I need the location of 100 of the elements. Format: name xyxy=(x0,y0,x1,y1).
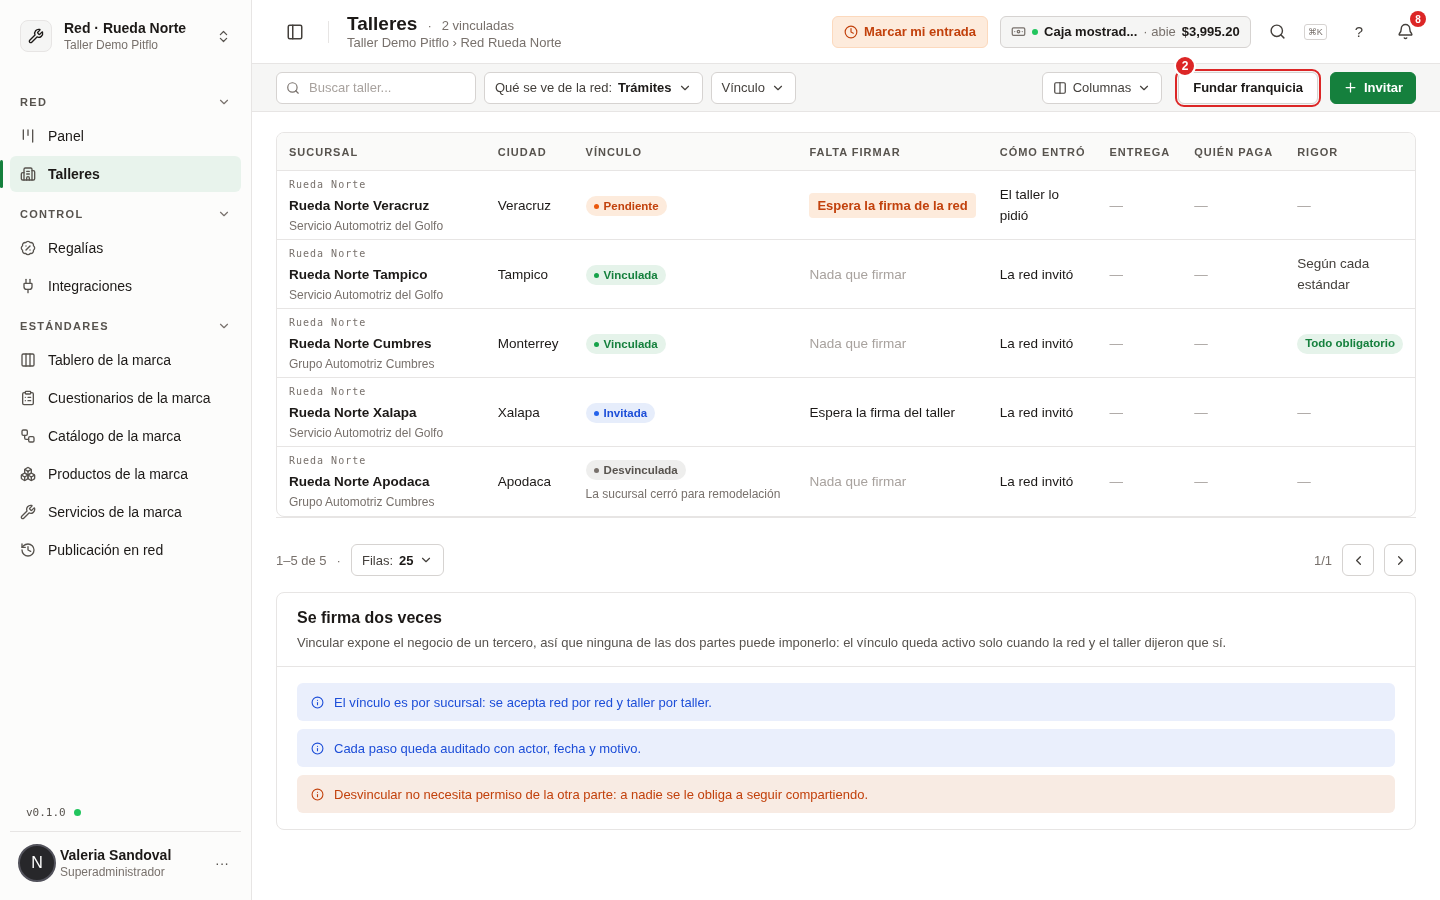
separator-dot: · xyxy=(336,552,341,568)
city-text: Tampico xyxy=(497,266,549,282)
kanban-icon xyxy=(20,128,36,144)
workflow-icon xyxy=(20,428,36,444)
rigor-text: Según cada estándar xyxy=(1297,256,1370,292)
wrench-icon xyxy=(20,504,36,520)
link-status-badge: Vinculada xyxy=(585,265,666,286)
notice-text: Cada paso queda auditado con actor, fecha y motivo. xyxy=(334,740,642,756)
search-icon xyxy=(286,80,300,95)
rigor-text: — xyxy=(1297,474,1311,489)
organization-subtitle: Taller Demo Pitflo xyxy=(64,38,160,52)
card-title: Se firma dos veces xyxy=(297,609,443,627)
delivery-text: — xyxy=(1109,197,1123,213)
more-button[interactable]: ··· xyxy=(211,851,233,875)
branch-name: Rueda Norte Xalapa xyxy=(289,403,418,422)
network-label: Rueda Norte xyxy=(289,246,368,261)
network-label: Rueda Norte xyxy=(289,315,368,330)
branch-name: Rueda Norte Apodaca xyxy=(289,473,431,491)
payer-text: — xyxy=(1194,404,1208,420)
range-text: 1–5 de 5 xyxy=(276,552,327,568)
found-franchise-button[interactable]: Fundar franquicia xyxy=(1178,71,1318,104)
branch-group: Servicio Automotriz del Golfo xyxy=(289,284,474,306)
signature-text: Nada que firmar xyxy=(809,266,907,282)
page-title: Talleres xyxy=(347,13,418,35)
network-label: Rueda Norte xyxy=(289,454,368,468)
entry-text: La red invitó xyxy=(999,474,1074,489)
column-header: ENTREGA xyxy=(1097,133,1183,171)
organization-name: Red · Rueda Norte xyxy=(64,20,188,36)
clock-in-button[interactable]: Marcar mi entrada xyxy=(832,15,989,48)
sidebar-item[interactable]: Tablero de la marca xyxy=(10,342,241,378)
column-header: QUIÉN PAGA xyxy=(1182,133,1286,171)
branch-group: Servicio Automotriz del Golfo xyxy=(289,215,474,237)
section-title: ESTÁNDARES xyxy=(20,320,109,332)
rigor-text: — xyxy=(1297,197,1311,213)
sidebar-item[interactable]: Cuestionarios de la marca xyxy=(10,380,241,416)
signature-text: Espera la firma del taller xyxy=(809,404,955,420)
delivery-text: — xyxy=(1109,474,1123,489)
signature-badge: Espera la firma de la red xyxy=(809,192,976,218)
notice-text: Desvincular no necesita permiso de la otra parte: a nadie se le obliga a seguir compartiendo. xyxy=(334,786,869,802)
version-label: v0.1.0 xyxy=(26,806,66,819)
branch-name: Rueda Norte Tampico xyxy=(289,265,429,284)
status-dot xyxy=(73,809,81,816)
columns-icon xyxy=(20,352,36,368)
sidebar-item[interactable]: Regalías xyxy=(10,230,241,266)
payer-text: — xyxy=(1194,266,1208,282)
bell-icon xyxy=(1397,23,1414,40)
link-filter-dropdown[interactable]: Vínculo xyxy=(710,71,796,104)
search-field[interactable]: Buscar taller... xyxy=(276,71,476,104)
payer-text: — xyxy=(1194,474,1208,489)
link-status-badge: Desvinculada xyxy=(585,460,686,481)
plus-icon xyxy=(1343,80,1358,95)
entry-text: La red invitó xyxy=(999,335,1074,351)
card-description: Vincular expone el negocio de un tercero, así que ninguna de las dos partes puede imponerlo: el vínculo queda activo solo cuando la red y el taller dijeron que sí. xyxy=(297,635,1228,650)
rigor-text: — xyxy=(1297,404,1311,420)
percent-badge-icon xyxy=(20,240,36,256)
plug-icon xyxy=(20,278,36,294)
rows-per-page-dropdown[interactable]: Filas: 25 xyxy=(350,544,445,576)
clipboard-icon xyxy=(20,390,36,406)
breadcrumb: Taller Demo Pitflo › Red Rueda Norte xyxy=(347,35,563,50)
city-text: Apodaca xyxy=(497,474,552,489)
payer-text: — xyxy=(1194,335,1208,351)
city-text: Xalapa xyxy=(497,404,540,420)
column-header: VÍNCULO xyxy=(573,133,798,171)
annotation-badge: 2 xyxy=(1174,54,1197,77)
invite-button[interactable]: Invitar xyxy=(1330,71,1416,104)
network-label: Rueda Norte xyxy=(289,384,368,399)
sidebar-item[interactable]: Publicación en red xyxy=(10,532,241,568)
column-header: SUCURSAL xyxy=(277,133,486,171)
notification-count: 8 xyxy=(1410,11,1426,27)
wrench-icon xyxy=(20,20,52,52)
column-header: FALTA FIRMAR xyxy=(797,133,988,171)
separator-dot: · xyxy=(427,18,432,33)
help-button[interactable]: ? xyxy=(1348,17,1369,46)
organization-switcher[interactable]: Red · Rueda Norte Taller Demo Pitflo xyxy=(10,16,241,56)
columns-dropdown[interactable]: Columnas xyxy=(1041,71,1163,104)
sidebar-item[interactable]: Productos de la marca xyxy=(10,456,241,492)
banknote-icon xyxy=(1011,24,1027,39)
link-status-badge: Pendiente xyxy=(585,196,667,217)
entry-text: El taller lo pidió xyxy=(999,187,1059,223)
entry-text: La red invitó xyxy=(999,266,1074,282)
cash-register-button[interactable]: Caja mostrad... · abie $3,995.20 xyxy=(1000,15,1251,48)
panel-icon xyxy=(286,22,304,41)
column-header: CÓMO ENTRÓ xyxy=(987,133,1098,171)
view-dropdown[interactable]: Qué se ve de la red: Trámites xyxy=(484,71,703,104)
info-icon xyxy=(311,695,324,709)
notice-text: El vínculo es por sucursal: se acepta red por red y taller por taller. xyxy=(334,694,712,710)
link-status-badge: Vinculada xyxy=(585,334,666,355)
history-icon xyxy=(20,542,36,558)
sidebar-item[interactable]: Integraciones xyxy=(10,268,241,304)
column-header: RIGOR xyxy=(1285,133,1415,171)
rigor-badge: Todo obligatorio xyxy=(1297,333,1403,354)
clock-icon xyxy=(844,24,859,39)
sidebar-item[interactable]: Panel xyxy=(10,118,241,154)
network-label: Rueda Norte xyxy=(289,177,368,192)
page-indicator: 1/1 xyxy=(1313,552,1332,568)
sidebar-item[interactable]: Servicios de la marca xyxy=(10,494,241,530)
sidebar-item[interactable]: Catálogo de la marca xyxy=(10,418,241,454)
status-dot xyxy=(1032,28,1039,35)
linked-count: 2 vinculadas xyxy=(441,18,515,33)
branch-name: Rueda Norte Veracruz xyxy=(289,196,431,215)
